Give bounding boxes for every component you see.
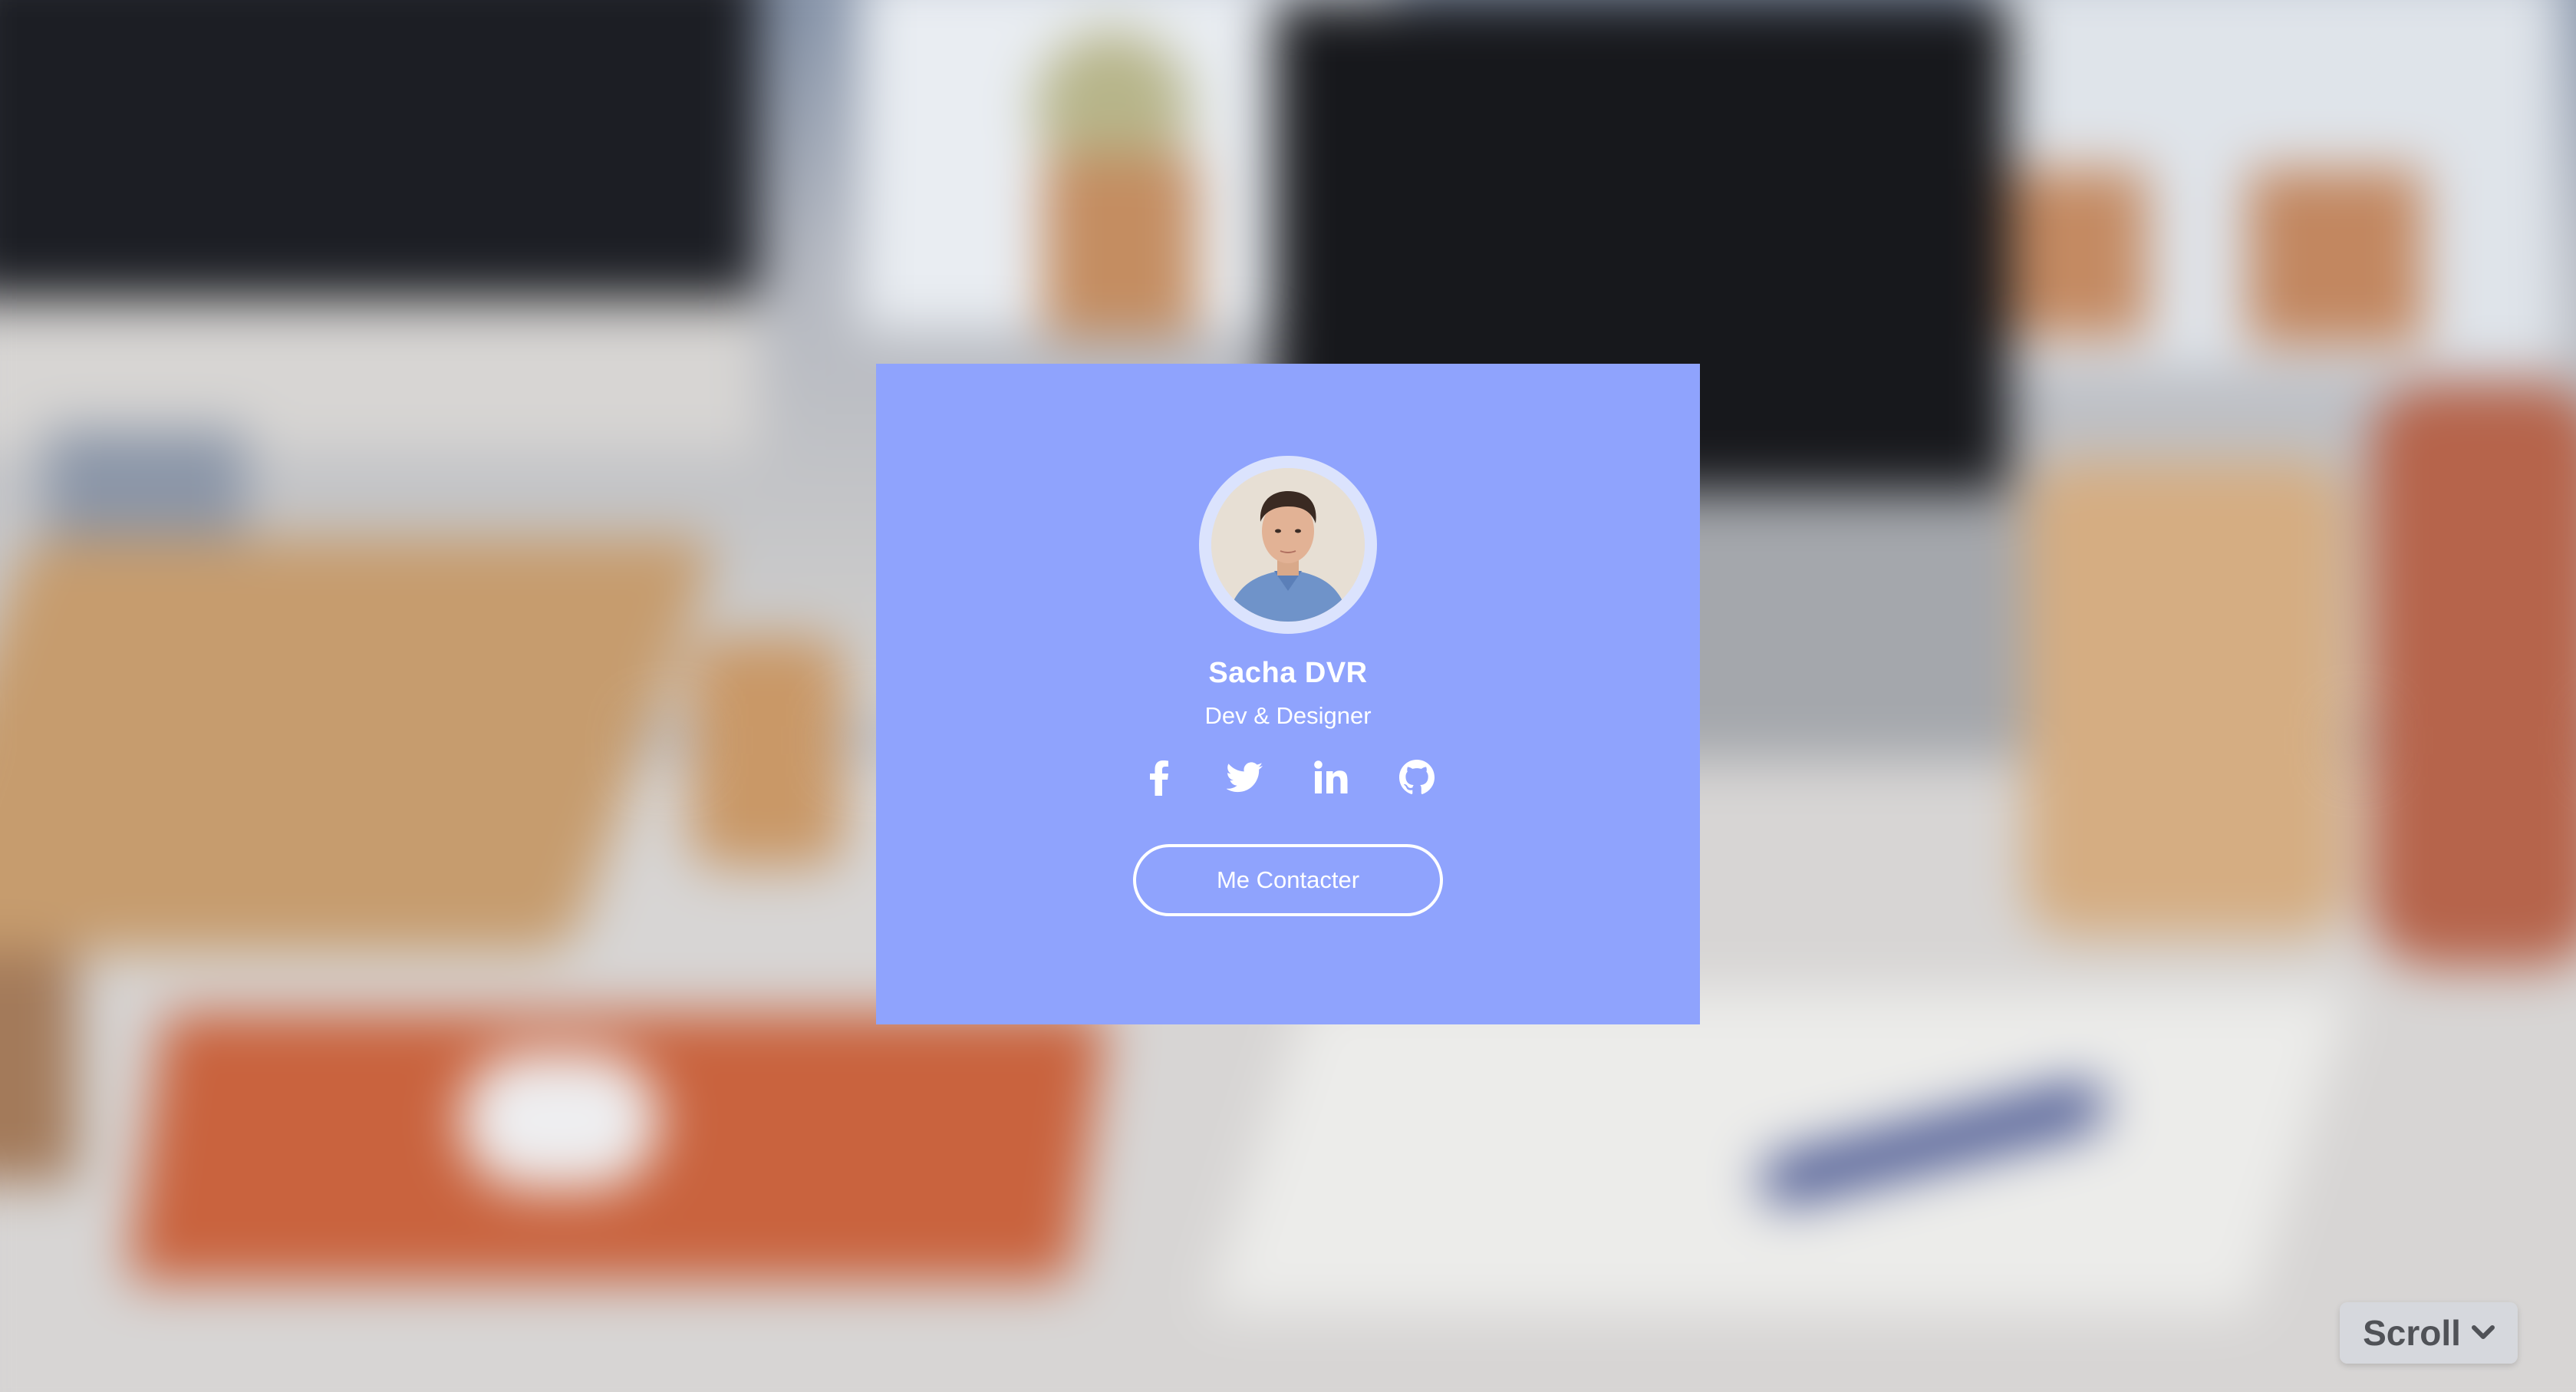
profile-card: Sacha DVR Dev & Designer Me Contacter [876,364,1700,1024]
profile-name: Sacha DVR [1208,657,1368,689]
github-link[interactable] [1398,758,1436,797]
facebook-icon [1150,760,1168,796]
scroll-button[interactable]: Scroll [2340,1302,2518,1364]
social-links [1140,758,1436,797]
page-background: Sacha DVR Dev & Designer Me Contacter Sc… [0,0,2576,1392]
github-icon [1399,760,1435,794]
twitter-icon [1227,762,1263,793]
avatar-portrait-image [1211,468,1365,622]
contact-button[interactable]: Me Contacter [1133,844,1443,916]
avatar [1211,468,1365,622]
facebook-link[interactable] [1140,758,1178,797]
chevron-down-icon [2471,1325,2495,1339]
linkedin-icon [1314,760,1348,793]
profile-role: Dev & Designer [1204,702,1372,729]
twitter-link[interactable] [1226,758,1264,797]
avatar-ring [1199,456,1377,634]
scroll-label: Scroll [2363,1313,2461,1353]
linkedin-link[interactable] [1312,758,1350,797]
